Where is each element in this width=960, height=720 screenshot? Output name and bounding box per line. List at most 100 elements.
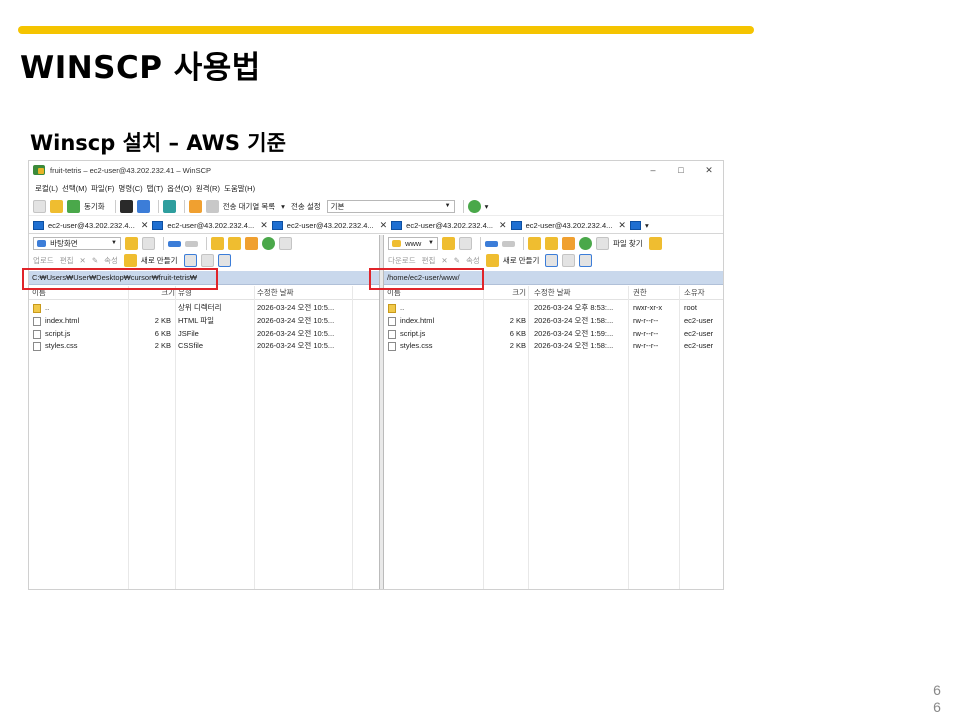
table-row[interactable]: script.js 6 KB JSFile 2026-03-24 오전 10:5… [29,328,379,341]
session-tab[interactable]: ec2-user@43.202.232.4... ✕ [510,217,630,233]
local-location-value: 바탕화면 [50,239,78,248]
properties-button[interactable]: 속성 [466,255,480,266]
refresh-icon[interactable] [262,237,275,250]
maximize-button[interactable]: □ [667,161,695,179]
column-size[interactable]: 크기 [502,286,526,300]
minimize-button[interactable]: – [639,161,667,179]
column-modified[interactable]: 수정한 날짜 [531,286,571,300]
local-location-select[interactable]: 바탕화면 ▼ [33,237,121,250]
select-all-icon[interactable] [183,254,197,267]
forward-arrow-icon[interactable] [185,240,198,247]
putty-icon[interactable] [136,199,150,213]
session-tab[interactable]: ec2-user@43.202.232.4... ✕ [391,217,510,233]
filter-select-icon[interactable] [217,254,231,267]
deselect-icon[interactable] [200,254,214,267]
synchronize-browsing-icon[interactable] [50,199,63,213]
refresh-queue-icon[interactable] [162,199,176,213]
compare-directories-icon[interactable] [33,199,46,213]
file-modified: 2026-03-24 오전 10:5... [257,303,335,312]
download-button[interactable]: 다운로드 [388,255,416,266]
menu-options[interactable]: 옵션(O) [167,183,192,194]
close-icon[interactable]: ✕ [618,220,626,231]
file-name: .. [400,303,405,312]
filter-icon[interactable] [459,237,472,250]
queue-icon[interactable] [205,199,219,213]
edit-button[interactable]: 편집 [422,255,436,266]
home-icon[interactable] [245,237,258,250]
transfer-options-icon[interactable] [467,199,481,213]
table-row[interactable]: .. 상위 디렉터리 2026-03-24 오전 10:5... [29,302,379,315]
chevron-down-icon[interactable]: ▾ [485,202,489,211]
find-files-icon[interactable] [596,237,609,250]
filter-icon[interactable] [142,237,155,250]
table-row[interactable]: script.js 6 KB 2026-03-24 오전 1:59:... rw… [384,328,723,341]
new-folder-icon[interactable] [123,254,137,267]
open-folder-icon[interactable] [442,237,455,250]
menu-remote[interactable]: 원격(R) [196,183,220,194]
find-files-button[interactable]: 파일 찾기 [613,238,643,249]
menu-commands[interactable]: 명령(C) [118,183,142,194]
close-icon[interactable]: ✕ [380,220,388,231]
deselect-icon[interactable] [562,254,576,267]
synchronize-icon[interactable] [67,199,80,213]
select-all-icon[interactable] [545,254,559,267]
home-icon[interactable] [562,237,575,250]
session-tab[interactable]: ec2-user@43.202.232.4... ✕ [33,217,152,233]
upload-button[interactable]: 업로드 [33,255,54,266]
delete-icon[interactable]: ✕ [441,256,447,265]
transfer-settings-select[interactable]: 기본 ▼ [326,199,455,213]
remote-location-select[interactable]: www ▼ [388,237,438,250]
close-button[interactable]: ✕ [695,161,723,179]
menu-help[interactable]: 도움말(H) [224,183,255,194]
synchronize-button[interactable]: 동기화 [84,201,105,212]
session-tab[interactable]: ec2-user@43.202.232.4... ✕ [152,217,271,233]
close-icon[interactable]: ✕ [499,220,507,231]
file-name: styles.css [45,341,78,351]
new-tab-button[interactable]: ▾ [629,217,653,233]
close-icon[interactable]: ✕ [260,220,268,231]
menu-tabs[interactable]: 탭(T) [147,183,163,194]
open-folder-icon[interactable] [125,237,138,250]
preferences-gear-icon[interactable] [188,199,202,213]
root-directory-icon[interactable] [545,237,558,250]
column-owner[interactable]: 소유자 [681,286,705,300]
chevron-down-icon: ▼ [444,202,451,209]
table-row[interactable]: index.html 2 KB 2026-03-24 오전 1:58:... r… [384,315,723,328]
delete-icon[interactable]: ✕ [80,256,86,265]
session-tab[interactable]: ec2-user@43.202.232.4... ✕ [271,217,391,233]
chevron-down-icon[interactable]: ▾ [281,202,285,211]
forward-arrow-icon[interactable] [502,240,515,247]
root-directory-icon[interactable] [228,237,241,250]
session-tab-label: ec2-user@43.202.232.4... [48,220,135,230]
table-row[interactable]: styles.css 2 KB CSSfile 2026-03-24 오전 10… [29,340,379,353]
queue-list-button[interactable]: 전송 대기열 목록 [223,201,275,212]
properties-button[interactable]: 속성 [104,255,118,266]
parent-directory-icon[interactable] [211,237,224,250]
new-folder-icon[interactable] [485,254,499,267]
table-row[interactable]: .. 2026-03-24 오후 8:53:... rwxr-xr-x root [384,302,723,315]
filter-select-icon[interactable] [579,254,593,267]
menu-mark[interactable]: 선택(M) [62,183,87,194]
menu-files[interactable]: 파일(F) [91,183,114,194]
refresh-icon[interactable] [579,237,592,250]
view-mode-icon[interactable] [279,237,292,250]
table-row[interactable]: index.html 2 KB HTML 파일 2026-03-24 오전 10… [29,315,379,328]
menu-local[interactable]: 로컬(L) [35,183,58,194]
edit-button[interactable]: 편집 [60,255,74,266]
rename-icon[interactable]: ✎ [454,256,460,265]
close-icon[interactable]: ✕ [141,220,149,231]
back-arrow-icon[interactable] [485,240,498,247]
view-mode-icon[interactable] [648,237,662,250]
table-row[interactable]: styles.css 2 KB 2026-03-24 오전 1:58:... r… [384,340,723,353]
back-arrow-icon[interactable] [168,240,181,247]
rename-icon[interactable]: ✎ [92,256,98,265]
column-modified[interactable]: 수정한 날짜 [254,286,294,300]
new-button[interactable]: 새로 만들기 [141,255,178,266]
terminal-icon[interactable] [119,199,133,213]
new-button[interactable]: 새로 만들기 [503,255,540,266]
monitor-icon [510,220,522,230]
parent-directory-icon[interactable] [528,237,541,250]
window-title: fruit-tetris – ec2-user@43.202.232.41 – … [50,165,212,175]
column-permissions[interactable]: 권한 [630,286,647,300]
remote-actions-toolbar: 다운로드 편집 ✕ ✎ 속성 새로 만들기 [384,252,723,269]
